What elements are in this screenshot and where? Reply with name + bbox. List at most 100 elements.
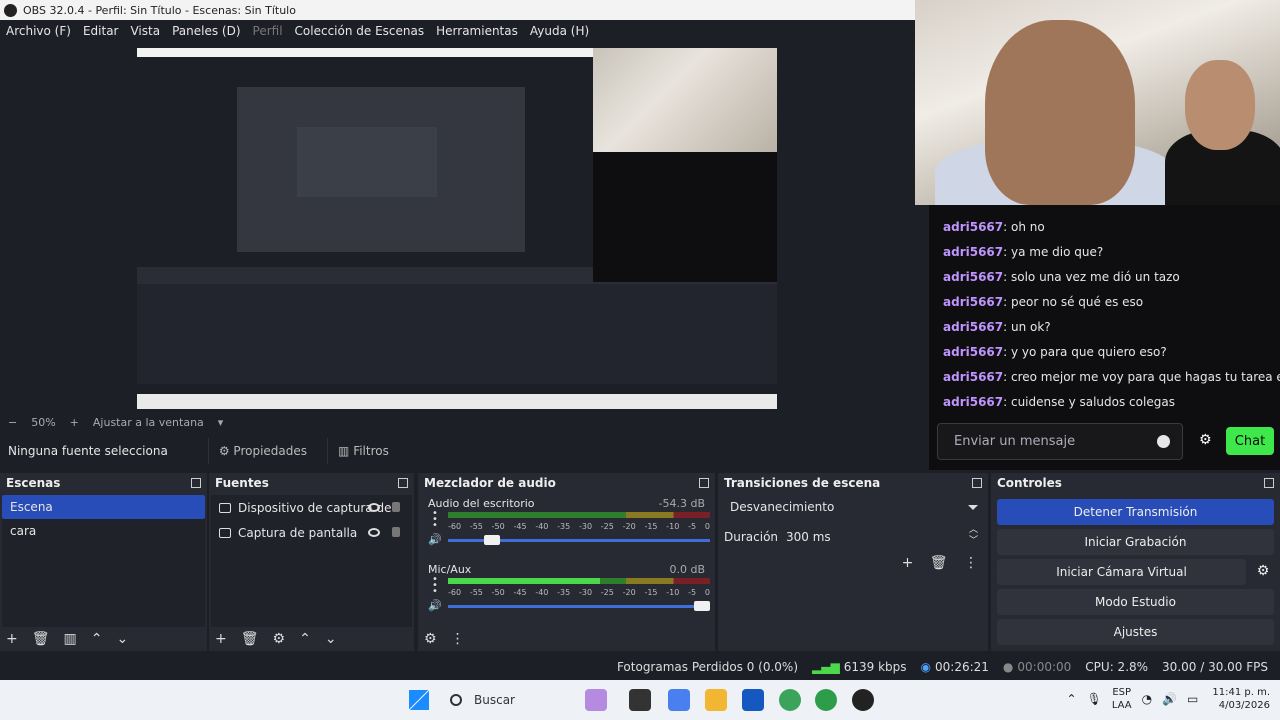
volume-slider[interactable]	[448, 601, 710, 611]
chevron-down-icon[interactable]: ▾	[218, 416, 224, 429]
add-icon[interactable]: +	[215, 631, 227, 647]
trash-icon[interactable]: 🗑	[241, 631, 259, 647]
scale-tick: -25	[600, 522, 614, 531]
volume-icon[interactable]: 🔊	[1162, 692, 1177, 706]
filters-button[interactable]: ▥ Filtros	[327, 438, 399, 464]
popout-icon[interactable]	[398, 478, 408, 488]
volume-slider[interactable]	[448, 535, 710, 545]
chrome-icon[interactable]	[779, 689, 801, 711]
menu-herramientas[interactable]: Herramientas	[436, 24, 518, 38]
chat-username[interactable]: adri5667	[943, 345, 1003, 359]
popout-icon[interactable]	[1264, 478, 1274, 488]
properties-button[interactable]: ⚙ Propiedades	[207, 438, 317, 464]
chat-message: adri5667: oh no	[943, 215, 1266, 240]
chat-username[interactable]: adri5667	[943, 320, 1003, 334]
start-recording-button[interactable]: Iniciar Grabación	[997, 529, 1274, 555]
lock-icon[interactable]	[392, 502, 400, 512]
chat-username[interactable]: adri5667	[943, 395, 1003, 409]
microphone-icon[interactable]: 🎙	[1087, 692, 1102, 706]
add-icon[interactable]: +	[6, 631, 18, 647]
trash-icon[interactable]: 🗑	[32, 631, 50, 647]
menu-paneles[interactable]: Paneles (D)	[172, 24, 240, 38]
menu-editar[interactable]: Editar	[83, 24, 119, 38]
menu-archivo[interactable]: Archivo (F)	[6, 24, 71, 38]
lock-icon[interactable]	[392, 527, 400, 537]
zoom-bar: − 50% + Ajustar a la ventana ▾	[0, 412, 915, 432]
settings-button[interactable]: Ajustes	[997, 619, 1274, 645]
duration-input[interactable]: 300 ms	[786, 525, 831, 549]
channel-name: Audio del escritorio	[428, 497, 535, 510]
chat-message: adri5667: peor no sé qué es eso	[943, 290, 1266, 315]
chat-username[interactable]: adri5667	[943, 370, 1003, 384]
copilot-icon[interactable]	[668, 689, 690, 711]
scene-item[interactable]: Escena	[2, 495, 205, 519]
stop-stream-button[interactable]: Detener Transmisión	[997, 499, 1274, 525]
chevron-up-icon[interactable]: ⌃	[1067, 692, 1077, 706]
volume-knob[interactable]	[694, 601, 710, 611]
menu-ayuda[interactable]: Ayuda (H)	[530, 24, 589, 38]
chat-username[interactable]: adri5667	[943, 245, 1003, 259]
menu-coleccion-escenas[interactable]: Colección de Escenas	[295, 24, 425, 38]
scale-tick: -55	[469, 522, 483, 531]
chat-username[interactable]: adri5667	[943, 295, 1003, 309]
trash-icon[interactable]: 🗑	[930, 555, 948, 571]
zoom-out-button[interactable]: −	[8, 416, 17, 429]
add-icon[interactable]: +	[902, 555, 914, 571]
windows-start-icon[interactable]	[409, 690, 429, 710]
chat-username[interactable]: adri5667	[943, 220, 1003, 234]
program-preview[interactable]	[137, 48, 777, 409]
kebab-menu-icon[interactable]: ⋮	[964, 555, 978, 571]
dock-header: Mezclador de audio	[418, 473, 715, 493]
taskbar-search[interactable]: Buscar	[440, 686, 590, 714]
filter-icon[interactable]: ▥	[64, 631, 77, 647]
gear-icon[interactable]: ⚙	[424, 631, 437, 647]
transition-select[interactable]: Desvanecimiento	[724, 495, 984, 519]
speaker-icon[interactable]: 🔊	[428, 533, 442, 546]
input-language[interactable]: ESP LAA	[1112, 686, 1132, 712]
file-explorer-icon[interactable]	[705, 689, 727, 711]
battery-icon[interactable]: ▭	[1187, 692, 1198, 706]
zoom-in-button[interactable]: +	[70, 416, 79, 429]
nested-preview-inner	[297, 127, 437, 197]
gear-icon[interactable]: ⚙	[273, 631, 286, 647]
scene-item[interactable]: cara	[2, 519, 205, 543]
gear-icon[interactable]: ⚙	[1199, 432, 1215, 448]
stepper-icon[interactable]: ︿ ﹀	[969, 525, 978, 547]
chrome-profile-icon[interactable]	[815, 689, 837, 711]
speaker-icon[interactable]: 🔊	[428, 599, 442, 612]
chat-message: adri5667: solo una vez me dió un tazo	[943, 265, 1266, 290]
zoom-fit-select[interactable]: Ajustar a la ventana	[93, 416, 204, 429]
dock-header: Fuentes	[209, 473, 414, 493]
wifi-icon[interactable]: ◔	[1142, 692, 1152, 706]
chat-message-input[interactable]: Enviar un mensaje	[937, 423, 1183, 460]
chat-username[interactable]: adri5667	[943, 270, 1003, 284]
move-up-icon[interactable]: ⌃	[299, 631, 311, 647]
store-icon[interactable]	[742, 689, 764, 711]
menu-bar: Archivo (F) Editar Vista Paneles (D) Per…	[0, 20, 915, 42]
eye-icon[interactable]	[368, 528, 380, 537]
kebab-menu-icon[interactable]: • • •	[432, 509, 438, 531]
audio-mixer-dock: Mezclador de audio Audio del escritorio …	[418, 473, 715, 651]
gear-icon[interactable]: ⚙	[1252, 563, 1274, 581]
move-up-icon[interactable]: ⌃	[91, 631, 103, 647]
popout-icon[interactable]	[699, 478, 709, 488]
clock[interactable]: 11:41 p. m. 4/03/2026	[1212, 686, 1270, 712]
source-item[interactable]: Captura de pantalla	[211, 520, 412, 545]
kebab-menu-icon[interactable]: ⋮	[451, 631, 465, 647]
kebab-menu-icon[interactable]: • • •	[432, 575, 438, 597]
start-virtual-camera-button[interactable]: Iniciar Cámara Virtual ⚙	[997, 559, 1269, 585]
chat-send-button[interactable]: Chat	[1226, 427, 1274, 455]
eye-icon[interactable]	[368, 503, 380, 512]
task-view-icon[interactable]	[629, 689, 651, 711]
studio-mode-button[interactable]: Modo Estudio	[997, 589, 1274, 615]
move-down-icon[interactable]: ⌄	[325, 631, 337, 647]
popout-icon[interactable]	[191, 478, 201, 488]
move-down-icon[interactable]: ⌄	[116, 631, 128, 647]
volume-knob[interactable]	[484, 535, 501, 545]
obs-app-icon[interactable]	[852, 689, 874, 711]
widgets-icon[interactable]	[585, 689, 607, 711]
emoji-icon[interactable]	[1157, 435, 1170, 448]
menu-vista[interactable]: Vista	[130, 24, 160, 38]
popout-icon[interactable]	[972, 478, 982, 488]
source-item[interactable]: Dispositivo de captura de	[211, 495, 412, 520]
